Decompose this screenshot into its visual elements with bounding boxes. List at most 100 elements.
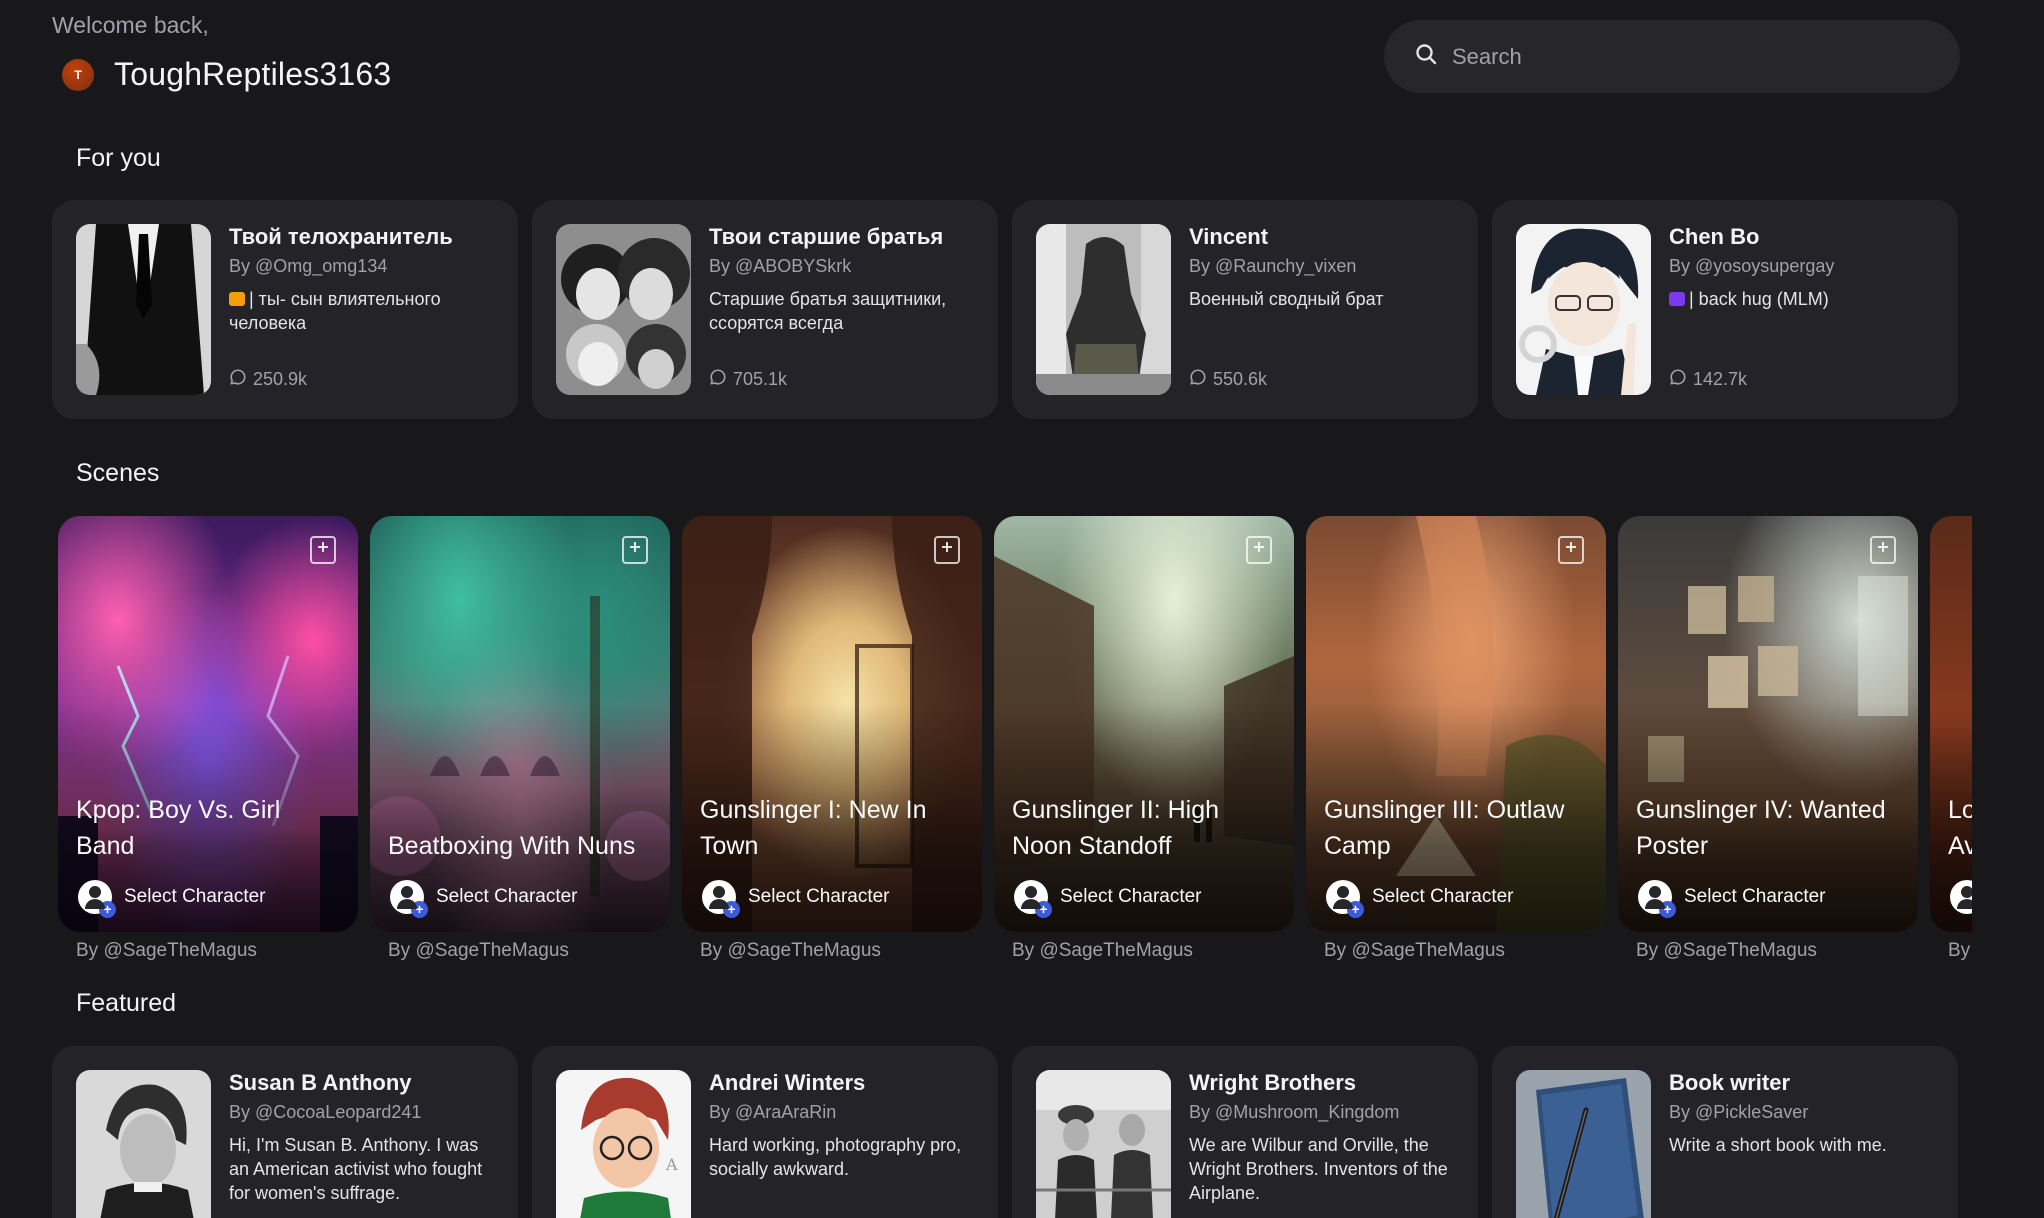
user-add-icon: +: [702, 880, 740, 918]
scene-author[interactable]: By @SageTheMagus: [1618, 940, 1918, 962]
character-author[interactable]: By @ABOBYSkrk: [709, 256, 974, 277]
character-card[interactable]: Wright Brothers By @Mushroom_Kingdom We …: [1012, 1046, 1478, 1218]
character-avatar: [1036, 224, 1171, 395]
character-name: Твои старшие братья: [709, 224, 944, 249]
character-avatar: [556, 224, 691, 395]
scene-author[interactable]: By @SageTheMagus: [58, 940, 358, 962]
add-to-library-icon[interactable]: [622, 536, 648, 564]
select-character-button[interactable]: [1950, 880, 1972, 914]
character-author[interactable]: By @Omg_omg134: [229, 256, 494, 277]
character-author[interactable]: By @Raunchy_vixen: [1189, 256, 1384, 277]
add-to-library-icon[interactable]: [310, 536, 336, 564]
app-root: Welcome back, T ToughReptiles3163 For yo…: [0, 0, 2044, 1218]
scene-card[interactable]: Gunslinger I: New In Town + Select Chara…: [682, 516, 982, 932]
scene-author[interactable]: By: [1930, 940, 1972, 962]
add-to-library-icon[interactable]: [934, 536, 960, 564]
character-description: | back hug (MLM): [1669, 287, 1834, 311]
scene-item: Gunslinger II: High Noon Standoff + Sele…: [994, 516, 1294, 962]
scene-overlay: [994, 516, 1294, 932]
character-card[interactable]: Твои старшие братья By @ABOBYSkrk Старши…: [532, 200, 998, 419]
character-avatar: [76, 1070, 211, 1218]
character-card[interactable]: A Andrei Winters By @AraAraRin Hard work…: [532, 1046, 998, 1218]
select-character-button[interactable]: + Select Character: [702, 880, 890, 918]
search-bar[interactable]: [1384, 20, 1960, 93]
select-character-label: Select Character: [1060, 886, 1202, 907]
character-author[interactable]: By @yosoysupergay: [1669, 256, 1834, 277]
scene-title: Beatboxing With Nuns: [388, 832, 636, 860]
select-character-label: Select Character: [436, 886, 578, 907]
character-name: Book writer: [1669, 1070, 1791, 1095]
character-description: Военный сводный брат: [1189, 289, 1384, 309]
character-description: Write a short book with me.: [1669, 1135, 1887, 1155]
character-author[interactable]: By @PickleSaver: [1669, 1102, 1887, 1123]
character-card[interactable]: Chen Bo By @yosoysupergay | back hug (ML…: [1492, 200, 1958, 419]
character-card[interactable]: Susan B Anthony By @CocoaLeopard241 Hi, …: [52, 1046, 518, 1218]
chat-count: 705.1k: [709, 368, 974, 395]
character-author[interactable]: By @Mushroom_Kingdom: [1189, 1102, 1454, 1123]
character-card[interactable]: Vincent By @Raunchy_vixen Военный сводны…: [1012, 200, 1478, 419]
scene-overlay: [370, 516, 670, 932]
scene-overlay: [58, 516, 358, 932]
grape-icon: [1669, 292, 1685, 306]
scene-title: Gunslinger I: New In Town: [700, 796, 927, 860]
user-add-icon: +: [1326, 880, 1364, 918]
scene-overlay: [1306, 516, 1606, 932]
scene-title: Gunslinger IV: Wanted Poster: [1636, 796, 1886, 860]
scene-card[interactable]: Kpop: Boy Vs. Girl Band + Select Charact…: [58, 516, 358, 932]
scenes-carousel[interactable]: Kpop: Boy Vs. Girl Band + Select Charact…: [58, 516, 1972, 966]
scene-card[interactable]: Gunslinger III: Outlaw Camp + Select Cha…: [1306, 516, 1606, 932]
select-character-button[interactable]: + Select Character: [78, 880, 266, 918]
chat-bubble-icon: [709, 368, 727, 391]
select-character-button[interactable]: + Select Character: [1014, 880, 1202, 918]
avatar[interactable]: T: [62, 58, 94, 91]
scene-author[interactable]: By @SageTheMagus: [1306, 940, 1606, 962]
chat-count: 250.9k: [229, 368, 494, 395]
scene-card[interactable]: Gunslinger IV: Wanted Poster + Select Ch…: [1618, 516, 1918, 932]
add-to-library-icon[interactable]: [1558, 536, 1584, 564]
character-avatar: [76, 224, 211, 395]
scene-title: Lo Av: [1948, 796, 1972, 860]
section-title-for-you: For you: [76, 144, 161, 172]
scene-author[interactable]: By @SageTheMagus: [994, 940, 1294, 962]
user-add-icon: +: [390, 880, 428, 918]
add-to-library-icon[interactable]: [1870, 536, 1896, 564]
user-add-icon: +: [1638, 880, 1676, 918]
user-add-icon: +: [78, 880, 116, 918]
user-add-icon: +: [1014, 880, 1052, 918]
select-character-button[interactable]: + Select Character: [1326, 880, 1514, 918]
select-character-label: Select Character: [748, 886, 890, 907]
character-avatar: A: [556, 1070, 691, 1218]
character-author[interactable]: By @CocoaLeopard241: [229, 1102, 494, 1123]
character-card[interactable]: Твой телохранитель By @Omg_omg134 | ты- …: [52, 200, 518, 419]
character-description: | ты- сын влиятельного человека: [229, 289, 441, 333]
search-icon: [1414, 42, 1438, 71]
ticket-icon: [229, 292, 245, 306]
scene-item: Gunslinger I: New In Town + Select Chara…: [682, 516, 982, 962]
scene-item: Gunslinger III: Outlaw Camp + Select Cha…: [1306, 516, 1606, 962]
character-name: Susan B Anthony: [229, 1070, 412, 1095]
scene-card[interactable]: Lo Av: [1930, 516, 1972, 932]
search-input[interactable]: [1452, 43, 1912, 70]
character-author[interactable]: By @AraAraRin: [709, 1102, 974, 1123]
section-title-featured: Featured: [76, 989, 177, 1017]
for-you-row: Твой телохранитель By @Omg_omg134 | ты- …: [52, 200, 1958, 419]
scene-card[interactable]: Gunslinger II: High Noon Standoff + Sele…: [994, 516, 1294, 932]
select-character-label: Select Character: [1684, 886, 1826, 907]
character-avatar: [1516, 224, 1651, 395]
chat-bubble-icon: [1669, 368, 1687, 391]
character-description: Старшие братья защитники, ссорятся всегд…: [709, 289, 947, 333]
select-character-label: Select Character: [1372, 886, 1514, 907]
select-character-button[interactable]: + Select Character: [1638, 880, 1826, 918]
scene-overlay: [1618, 516, 1918, 932]
scene-item: Beatboxing With Nuns + Select Character …: [370, 516, 670, 962]
user-profile[interactable]: T ToughReptiles3163: [62, 56, 391, 93]
scene-author[interactable]: By @SageTheMagus: [370, 940, 670, 962]
character-card[interactable]: Book writer By @PickleSaver Write a shor…: [1492, 1046, 1958, 1218]
select-character-button[interactable]: + Select Character: [390, 880, 578, 918]
scene-author[interactable]: By @SageTheMagus: [682, 940, 982, 962]
svg-text:A: A: [665, 1155, 678, 1174]
user-add-icon: [1950, 880, 1972, 914]
scene-card[interactable]: Beatboxing With Nuns + Select Character: [370, 516, 670, 932]
chat-count: 142.7k: [1669, 368, 1834, 395]
add-to-library-icon[interactable]: [1246, 536, 1272, 564]
